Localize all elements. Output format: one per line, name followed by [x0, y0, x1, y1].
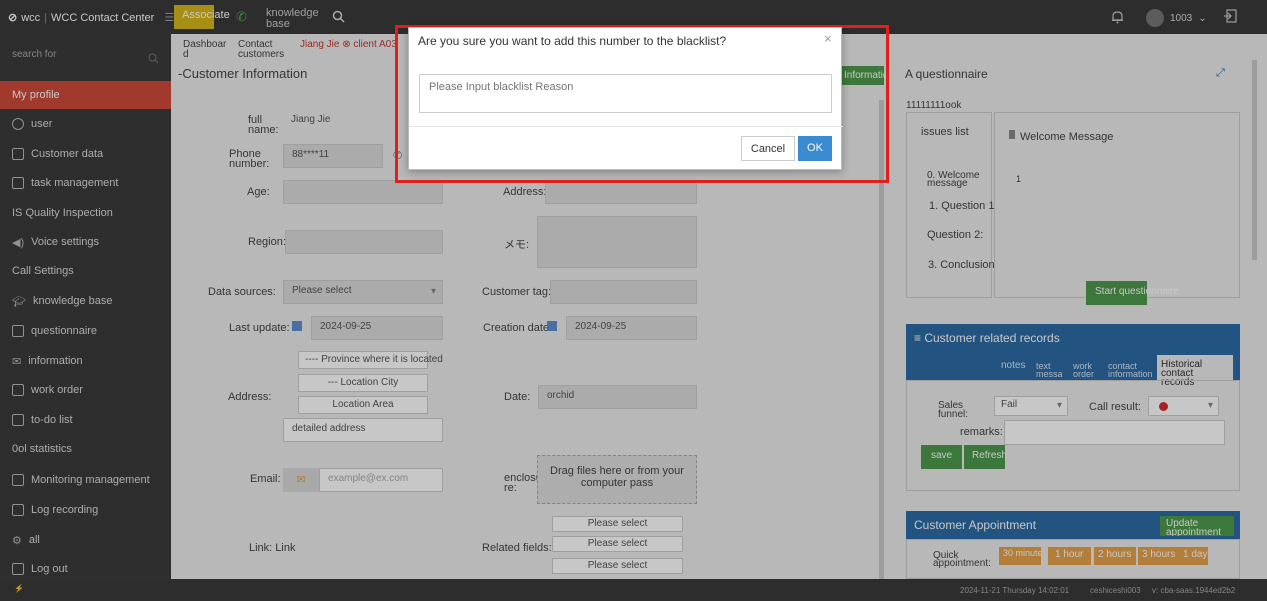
blacklist-reason-input[interactable]: [419, 74, 832, 113]
ok-button[interactable]: OK: [798, 136, 832, 161]
dialog-title: Are you sure you want to add this number…: [418, 34, 727, 48]
close-icon[interactable]: ×: [824, 31, 832, 46]
dialog-divider: [409, 126, 843, 127]
blacklist-dialog: Are you sure you want to add this number…: [408, 27, 843, 170]
cancel-button[interactable]: Cancel: [741, 136, 795, 161]
